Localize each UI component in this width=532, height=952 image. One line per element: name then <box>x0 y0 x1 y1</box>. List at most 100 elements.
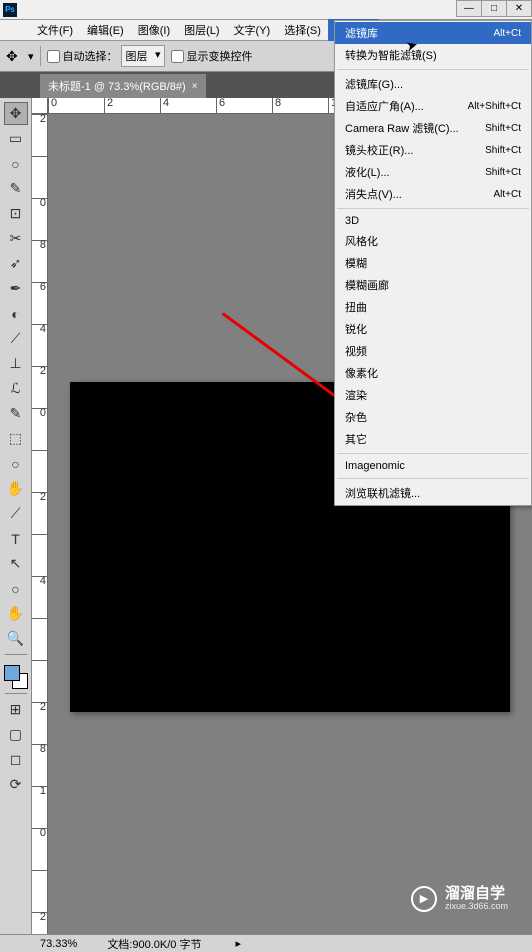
menu-item-label: 模糊 <box>345 255 367 271</box>
menu-item-label: 液化(L)... <box>345 164 390 180</box>
tool-20[interactable]: ✋ <box>4 602 28 625</box>
tool-19[interactable]: ○ <box>4 577 28 600</box>
filter-menu-item-18[interactable]: 渲染 <box>335 384 531 406</box>
bottom-tool-2[interactable]: ◻ <box>4 748 28 771</box>
menu-separator <box>337 478 529 479</box>
menu-item-label: 镜头校正(R)... <box>345 142 413 158</box>
filter-menu-item-19[interactable]: 杂色 <box>335 406 531 428</box>
ruler-h-tick: 8 <box>272 98 281 114</box>
filter-menu-item-4[interactable]: 自适应广角(A)...Alt+Shift+Ct <box>335 95 531 117</box>
ruler-v-tick: 8 <box>32 240 48 250</box>
filter-menu-item-17[interactable]: 像素化 <box>335 362 531 384</box>
tool-10[interactable]: ⊥ <box>4 352 28 375</box>
menu-item-label: 模糊画廊 <box>345 277 389 293</box>
filter-menu-item-10[interactable]: 3D <box>335 212 531 230</box>
color-swatches[interactable] <box>4 665 28 689</box>
menu-item-4[interactable]: 文字(Y) <box>227 19 278 41</box>
menu-separator <box>337 208 529 209</box>
close-button[interactable]: ✕ <box>506 0 532 17</box>
tab-label: 未标题-1 @ 73.3%(RGB/8#) <box>48 78 186 94</box>
minimize-button[interactable]: — <box>456 0 482 17</box>
filter-menu-item-0[interactable]: 滤镜库Alt+Ct <box>335 22 531 44</box>
play-icon: ▶ <box>411 886 437 912</box>
tool-17[interactable]: T <box>4 527 28 550</box>
tool-1[interactable]: ▭ <box>4 127 28 150</box>
show-transform-checkbox[interactable] <box>171 50 184 63</box>
menu-item-label: 风格化 <box>345 233 378 249</box>
menu-item-shortcut: Shift+Ct <box>485 123 521 134</box>
menu-item-1[interactable]: 编辑(E) <box>80 19 131 41</box>
menu-item-label: 杂色 <box>345 409 367 425</box>
tool-13[interactable]: ⬚ <box>4 427 28 450</box>
filter-menu-item-1[interactable]: 转换为智能滤镜(S) <box>335 44 531 66</box>
filter-menu-item-3[interactable]: 滤镜库(G)... <box>335 73 531 95</box>
filter-menu-item-24[interactable]: 浏览联机滤镜... <box>335 482 531 504</box>
tool-4[interactable]: ⊡ <box>4 202 28 225</box>
tool-2[interactable]: ○ <box>4 152 28 175</box>
bottom-tool-1[interactable]: ▢ <box>4 723 28 746</box>
menu-item-5[interactable]: 选择(S) <box>277 19 328 41</box>
divider <box>40 46 41 66</box>
filter-menu-item-16[interactable]: 视频 <box>335 340 531 362</box>
filter-menu-item-13[interactable]: 模糊画廊 <box>335 274 531 296</box>
menu-item-label: Imagenomic <box>345 460 405 472</box>
tool-9[interactable]: ⟋ <box>4 327 28 350</box>
menu-item-0[interactable]: 文件(F) <box>30 19 80 41</box>
menu-item-shortcut: Alt+Ct <box>493 28 521 39</box>
tool-15[interactable]: ✋ <box>4 477 28 500</box>
tool-16[interactable]: ⟋ <box>4 502 28 525</box>
doc-info[interactable]: 文档:900.0K/0 字节 ▸ <box>107 936 241 952</box>
layer-dropdown[interactable]: 图层 <box>121 45 165 67</box>
filter-menu: 滤镜库Alt+Ct转换为智能滤镜(S)滤镜库(G)...自适应广角(A)...A… <box>334 20 532 506</box>
filter-menu-item-7[interactable]: 液化(L)...Shift+Ct <box>335 161 531 183</box>
document-tab[interactable]: 未标题-1 @ 73.3%(RGB/8#) × <box>40 74 206 98</box>
filter-menu-item-8[interactable]: 消失点(V)...Alt+Ct <box>335 183 531 205</box>
filter-menu-item-20[interactable]: 其它 <box>335 428 531 450</box>
maximize-button[interactable]: □ <box>481 0 507 17</box>
tool-14[interactable]: ○ <box>4 452 28 475</box>
menu-item-label: 转换为智能滤镜(S) <box>345 47 437 63</box>
ruler-h-tick: 0 <box>48 98 57 114</box>
filter-menu-item-14[interactable]: 扭曲 <box>335 296 531 318</box>
tool-21[interactable]: 🔍 <box>4 627 28 650</box>
menu-item-label: 像素化 <box>345 365 378 381</box>
auto-select-checkbox[interactable] <box>47 50 60 63</box>
menu-item-2[interactable]: 图像(I) <box>131 19 177 41</box>
tool-12[interactable]: ✎ <box>4 402 28 425</box>
filter-menu-item-22[interactable]: Imagenomic <box>335 457 531 475</box>
move-tool-icon: ✥ <box>6 48 22 64</box>
bottom-tool-3[interactable]: ⟳ <box>4 773 28 796</box>
tool-7[interactable]: ✒ <box>4 277 28 300</box>
foreground-color[interactable] <box>4 665 20 681</box>
toolbar: ✥▭○✎⊡✂➶✒◐⟋⊥ℒ✎⬚○✋⟋T↖○✋🔍⊞▢◻⟳ <box>0 98 32 936</box>
bottom-tool-0[interactable]: ⊞ <box>4 698 28 721</box>
menu-item-label: 滤镜库(G)... <box>345 76 403 92</box>
tool-5[interactable]: ✂ <box>4 227 28 250</box>
ruler-v-tick: 2 <box>32 366 48 376</box>
statusbar: 73.33% 文档:900.0K/0 字节 ▸ <box>0 934 532 952</box>
vertical-ruler: 20864202428102 <box>32 114 48 936</box>
tool-11[interactable]: ℒ <box>4 377 28 400</box>
menu-separator <box>337 69 529 70</box>
zoom-level[interactable]: 73.33% <box>40 938 77 950</box>
tool-8[interactable]: ◐ <box>4 302 28 325</box>
tool-18[interactable]: ↖ <box>4 552 28 575</box>
filter-menu-item-6[interactable]: 镜头校正(R)... Shift+Ct <box>335 139 531 161</box>
tool-3[interactable]: ✎ <box>4 177 28 200</box>
filter-menu-item-11[interactable]: 风格化 <box>335 230 531 252</box>
menu-item-label: 扭曲 <box>345 299 367 315</box>
tool-6[interactable]: ➶ <box>4 252 28 275</box>
filter-menu-item-15[interactable]: 锐化 <box>335 318 531 340</box>
ruler-v-tick: 2 <box>32 114 48 124</box>
tool-0[interactable]: ✥ <box>4 102 28 125</box>
filter-menu-item-5[interactable]: Camera Raw 滤镜(C)...Shift+Ct <box>335 117 531 139</box>
filter-menu-item-12[interactable]: 模糊 <box>335 252 531 274</box>
autoselect-dropdown-arrow[interactable]: ▾ <box>28 50 34 63</box>
ruler-v-tick: 1 <box>32 786 48 796</box>
menu-item-3[interactable]: 图层(L) <box>177 19 226 41</box>
menu-item-label: 自适应广角(A)... <box>345 98 424 114</box>
tab-close-icon[interactable]: × <box>192 81 198 92</box>
menu-item-shortcut: Shift+Ct <box>485 145 521 156</box>
ruler-v-tick: 0 <box>32 198 48 208</box>
show-transform-label: 显示变换控件 <box>187 48 253 64</box>
